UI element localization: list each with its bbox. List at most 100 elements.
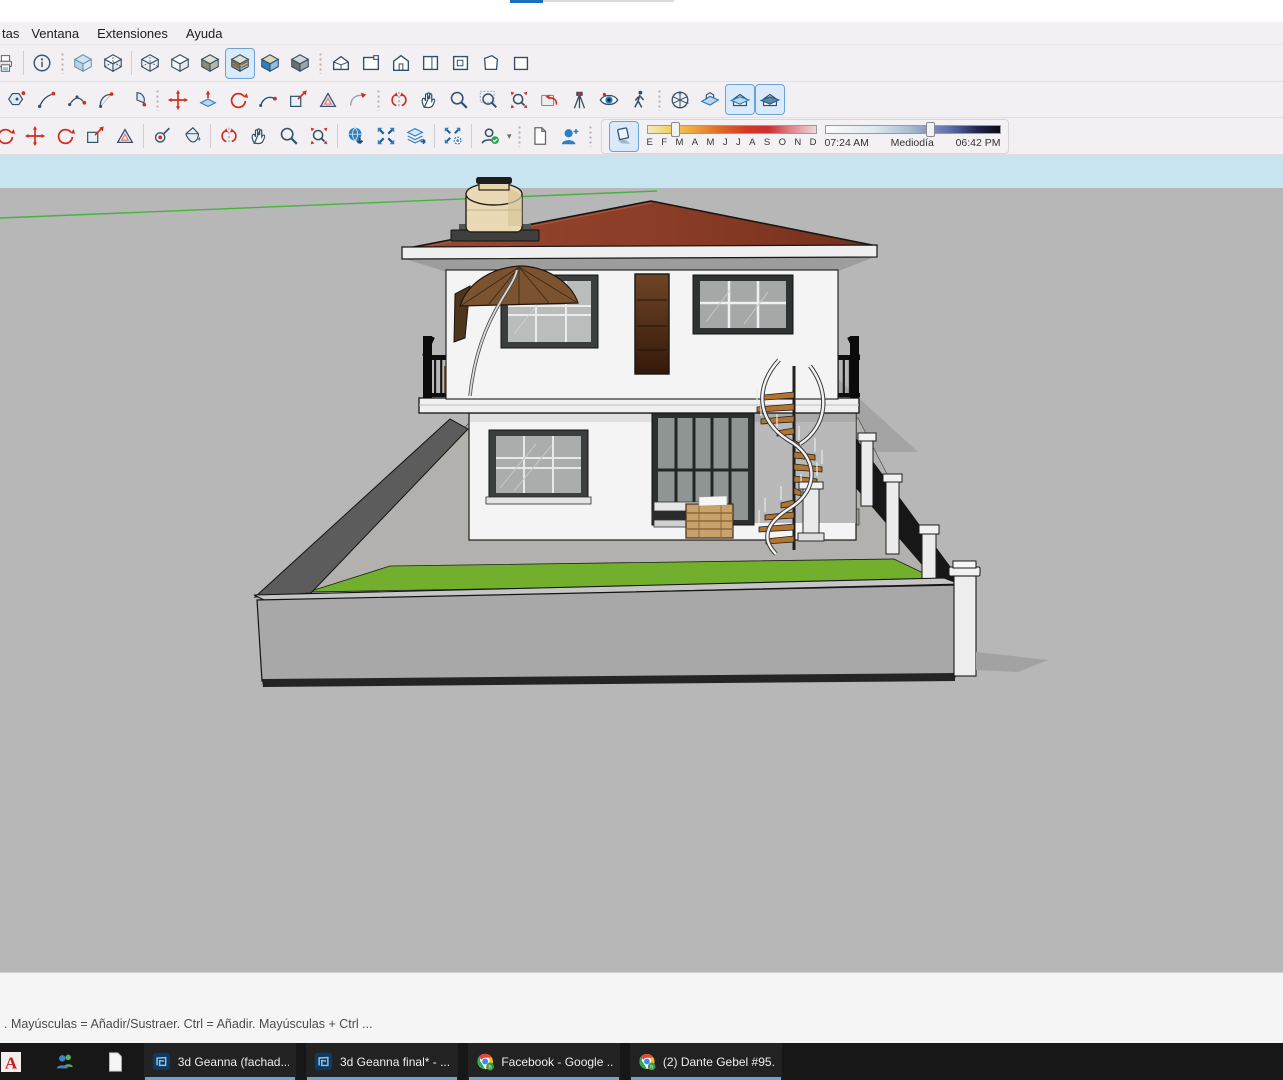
tool-style-back-edges-button[interactable]: [98, 48, 128, 79]
tool-axes-tool-button[interactable]: [665, 84, 695, 115]
tool-style-shaded-button[interactable]: [195, 48, 225, 79]
tool-arc-tool-button[interactable]: [92, 84, 122, 115]
tool-bim-x-gear-button[interactable]: [438, 121, 468, 152]
tool-pan-button[interactable]: [414, 84, 444, 115]
document-taskbar-icon[interactable]: [104, 1051, 126, 1073]
taskbar-task-2[interactable]: 3d Geanna final* - ...: [306, 1043, 458, 1080]
roof-fascia: [402, 245, 877, 259]
tool-scale-button[interactable]: [80, 121, 110, 152]
taskbar-task-3[interactable]: hFacebook - Google ...: [468, 1043, 620, 1080]
tool-move-button[interactable]: [20, 121, 50, 152]
tool-account-button[interactable]: [475, 121, 505, 152]
shadow-date-slider[interactable]: EFMAMJJASOND: [647, 121, 817, 152]
tool-flip-along-button[interactable]: [214, 121, 244, 152]
tool-polygon-tool-button[interactable]: [2, 84, 32, 115]
tool-bim-layers-button[interactable]: [401, 121, 431, 152]
tool-follow-me-button[interactable]: [253, 84, 283, 115]
tool-arc-modify-button[interactable]: [343, 84, 373, 115]
tool-style-monochrome-button[interactable]: [285, 48, 315, 79]
time-label: Mediodía: [891, 137, 934, 149]
toolbar-grip: [376, 89, 381, 111]
tool-paint-bucket-button[interactable]: [177, 121, 207, 152]
tool-scale-button[interactable]: [283, 84, 313, 115]
tool-sample-button[interactable]: [147, 121, 177, 152]
tool-flip-along-button[interactable]: [384, 84, 414, 115]
shadow-toggle-button[interactable]: [609, 121, 639, 152]
pan-icon: [248, 125, 270, 147]
month-label: M: [675, 137, 683, 148]
tool-position-camera-button[interactable]: [564, 84, 594, 115]
menu-item-extensiones[interactable]: Extensiones: [97, 26, 168, 41]
menu-item-tas[interactable]: tas: [2, 26, 19, 41]
tool-section-fill-button[interactable]: [755, 84, 785, 115]
tool-pan-button[interactable]: [244, 121, 274, 152]
rotate-icon: [0, 125, 16, 147]
tool-rotate-button[interactable]: [50, 121, 80, 152]
tool-view-front-button[interactable]: [386, 48, 416, 79]
flip-along-icon: [218, 125, 240, 147]
flip-along-icon: [388, 89, 410, 111]
taskbar-task-4[interactable]: h(2) Dante Gebel #95...: [630, 1043, 782, 1080]
tool-zoom-button[interactable]: [444, 84, 474, 115]
tool-view-bottom-button[interactable]: [506, 48, 536, 79]
time-slider-track[interactable]: [825, 125, 1001, 134]
tool-push-pull-button[interactable]: [193, 84, 223, 115]
tool-previous-view-button[interactable]: [534, 84, 564, 115]
printer-icon: [0, 52, 16, 74]
people-taskbar-icon[interactable]: [54, 1051, 76, 1073]
tool-arc-3pt-button[interactable]: [62, 84, 92, 115]
menu-item-ayuda[interactable]: Ayuda: [186, 26, 223, 41]
tool-view-top-button[interactable]: [356, 48, 386, 79]
tool-section-cuts-button[interactable]: [725, 84, 755, 115]
tool-section-plane-button[interactable]: [695, 84, 725, 115]
time-label: 07:24 AM: [825, 137, 869, 149]
tool-style-textured-button[interactable]: [225, 48, 255, 79]
taskbar-task-1[interactable]: 3d Geanna (fachad...: [144, 1043, 296, 1080]
tool-view-iso-button[interactable]: [326, 48, 356, 79]
tool-view-right-button[interactable]: [416, 48, 446, 79]
date-slider-handle[interactable]: [671, 122, 680, 137]
sketchup-model-canvas[interactable]: [0, 155, 1283, 972]
tool-info-button[interactable]: [27, 48, 57, 79]
section-fill-icon: [759, 89, 781, 111]
tool-style-watermark-button[interactable]: [255, 48, 285, 79]
time-slider-handle[interactable]: [926, 122, 935, 137]
tool-zoom-button[interactable]: [274, 121, 304, 152]
tool-bim-sphere-button[interactable]: [341, 121, 371, 152]
move-icon: [24, 125, 46, 147]
offset-icon: [317, 89, 339, 111]
account-dropdown-caret[interactable]: ▾: [507, 131, 512, 142]
tool-offset-button[interactable]: [110, 121, 140, 152]
tool-zoom-extents-button[interactable]: [504, 84, 534, 115]
tool-add-person-button[interactable]: [555, 121, 585, 152]
tool-rotate-button[interactable]: [223, 84, 253, 115]
style-monochrome-icon: [289, 52, 311, 74]
follow-me-icon: [257, 89, 279, 111]
tool-offset-button[interactable]: [313, 84, 343, 115]
tool-zoom-window-button[interactable]: [474, 84, 504, 115]
toolbar-separator: [434, 124, 435, 148]
tool-pie-tool-button[interactable]: [122, 84, 152, 115]
tool-view-left-button[interactable]: [476, 48, 506, 79]
tool-move-button[interactable]: [163, 84, 193, 115]
tool-printer-button[interactable]: [0, 48, 20, 79]
tool-style-xray-button[interactable]: [68, 48, 98, 79]
tool-style-wireframe-button[interactable]: [135, 48, 165, 79]
sketchup-icon: [313, 1051, 334, 1072]
3d-viewport[interactable]: [0, 155, 1283, 972]
tool-zoom-extents-button[interactable]: [304, 121, 334, 152]
tool-style-hidden-line-button[interactable]: [165, 48, 195, 79]
zoom-icon: [448, 89, 470, 111]
shadow-time-slider[interactable]: 07:24 AMMediodía06:42 PM: [825, 121, 1001, 152]
zoom-extents-icon: [308, 125, 330, 147]
tool-look-around-button[interactable]: [594, 84, 624, 115]
tool-walk-button[interactable]: [624, 84, 654, 115]
autocad-taskbar-icon[interactable]: A: [0, 1050, 24, 1074]
toolbar-grip: [318, 52, 323, 74]
tool-rotate-button[interactable]: [0, 121, 20, 152]
menu-item-ventana[interactable]: Ventana: [31, 26, 79, 41]
tool-view-back-button[interactable]: [446, 48, 476, 79]
tool-bim-x-button[interactable]: [371, 121, 401, 152]
tool-arc-2pt-button[interactable]: [32, 84, 62, 115]
tool-new-document-button[interactable]: [525, 121, 555, 152]
